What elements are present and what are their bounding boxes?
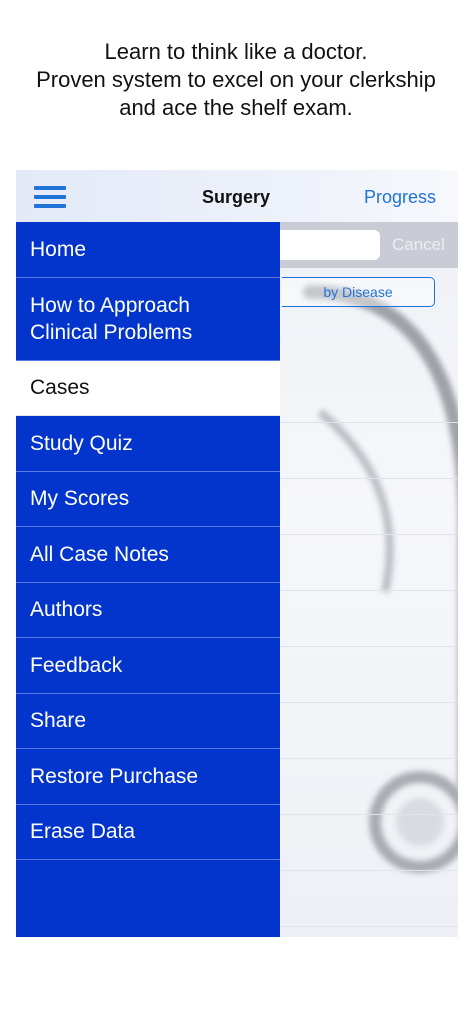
list-item[interactable] xyxy=(280,367,458,423)
menu-item-label: Feedback xyxy=(30,653,123,677)
list-item[interactable] xyxy=(280,703,458,759)
list-item[interactable] xyxy=(280,871,458,927)
page-title: Surgery xyxy=(201,187,271,207)
menu-item-label: Restore Purchase xyxy=(30,764,199,788)
menu-item-label: Erase Data xyxy=(30,820,136,844)
navigation-bar: Surgery Progress xyxy=(16,170,458,222)
menu-item-label: Cases xyxy=(30,376,90,400)
menu-item-erase-data[interactable]: Erase Data xyxy=(16,805,280,860)
menu-item-label: Home xyxy=(30,237,87,261)
list-item[interactable] xyxy=(280,815,458,871)
cancel-button[interactable]: Cancel xyxy=(392,235,445,255)
cases-list xyxy=(280,367,458,937)
menu-item-authors[interactable]: Authors xyxy=(16,583,280,638)
promo-line-2: Proven system to excel on your clerkship xyxy=(36,67,436,92)
promo-caption: Learn to think like a doctor. Proven sys… xyxy=(0,38,472,122)
list-item[interactable] xyxy=(280,759,458,815)
promo-line-1: Learn to think like a doctor. xyxy=(104,39,368,64)
menu-item-my-scores[interactable]: My Scores xyxy=(16,472,280,527)
app-screen: Cancel by Disease Surgery Progress Home … xyxy=(16,170,458,937)
menu-item-all-case-notes[interactable]: All Case Notes xyxy=(16,527,280,583)
menu-item-label: All Case Notes xyxy=(30,542,169,566)
menu-item-restore-purchase[interactable]: Restore Purchase xyxy=(16,749,280,805)
menu-item-cases[interactable]: Cases xyxy=(16,360,280,416)
menu-item-label: Study Quiz xyxy=(30,431,133,455)
list-item[interactable] xyxy=(280,647,458,703)
menu-item-share[interactable]: Share xyxy=(16,694,280,749)
list-item[interactable] xyxy=(280,479,458,535)
segment-by-disease[interactable]: by Disease xyxy=(282,277,435,307)
cases-list-view: Cancel by Disease xyxy=(280,222,458,937)
search-input[interactable] xyxy=(280,230,380,260)
list-item[interactable] xyxy=(280,591,458,647)
side-menu: Home How to Approach Clinical Problems C… xyxy=(16,222,280,937)
menu-item-label: Authors xyxy=(30,598,103,622)
app-store-screenshot: Learn to think like a doctor. Proven sys… xyxy=(0,0,472,1024)
menu-item-feedback[interactable]: Feedback xyxy=(16,638,280,694)
hamburger-menu-icon[interactable] xyxy=(34,185,68,209)
promo-line-3: and ace the shelf exam. xyxy=(119,95,353,120)
menu-item-home[interactable]: Home xyxy=(16,222,280,278)
list-item[interactable] xyxy=(280,423,458,479)
search-bar: Cancel xyxy=(280,222,458,268)
list-item[interactable] xyxy=(280,927,458,937)
menu-item-study-quiz[interactable]: Study Quiz xyxy=(16,416,280,472)
menu-item-label: My Scores xyxy=(30,487,130,511)
list-item[interactable] xyxy=(280,535,458,591)
progress-button[interactable]: Progress xyxy=(364,187,436,208)
menu-item-label: How to Approach Clinical Problems xyxy=(30,293,193,344)
menu-item-label: Share xyxy=(30,709,87,733)
menu-item-how-to-approach[interactable]: How to Approach Clinical Problems xyxy=(16,278,280,361)
